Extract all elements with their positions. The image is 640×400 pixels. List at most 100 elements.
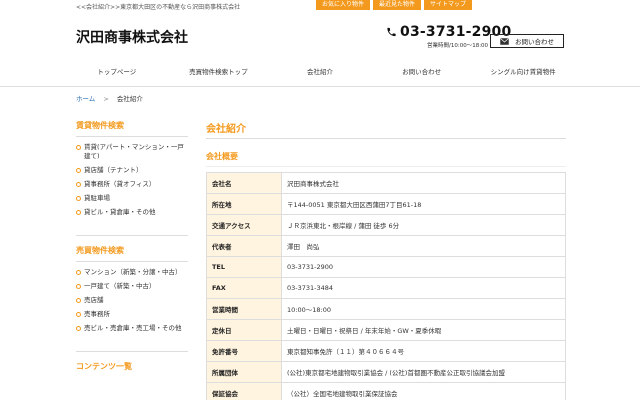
nav-sale-search[interactable]: 売買物件検索トップ [168, 62, 270, 82]
sidebar-item-label: 売ビル・売倉庫・売工場・その他 [84, 324, 182, 332]
table-row: 保証協会 （公社）全国宅地建物取引業保証協会 [206, 382, 566, 400]
sidebar-section-divider [76, 235, 188, 236]
sidebar-item-rental-parking[interactable]: 貸駐車場 [76, 194, 188, 203]
sidebar-item-rental-office[interactable]: 貸事務所（貸オフィス） [76, 180, 188, 189]
sidebar-item-label: 売店舗 [84, 296, 104, 304]
table-row: 所在地 〒144-0051 東京都大田区西蒲田7丁目61-18 [206, 193, 566, 215]
table-row: FAX 03-3731-3484 [206, 277, 566, 299]
row-label: 代表者 [206, 235, 282, 257]
rental-search-title: 賃貸物件検索 [76, 121, 124, 130]
bullet-icon [76, 182, 81, 187]
row-label: FAX [206, 277, 282, 299]
phone-icon [387, 27, 396, 37]
top-bar: <<会社紹介>>東京都大田区の不動産なら沢田商事株式会社 お気に入り物件 最近見… [0, 0, 640, 12]
table-row: 営業時間 10:00〜18:00 [206, 298, 566, 320]
sidebar-item-sale-shop[interactable]: 売店舗 [76, 296, 188, 305]
row-label: 所在地 [206, 193, 282, 215]
sidebar-item-rental-shop[interactable]: 貸店舗（テナント） [76, 166, 188, 175]
row-label: 保証協会 [206, 382, 282, 400]
sitemap-link[interactable]: サイトマップ [424, 0, 473, 10]
sidebar-item-rental-other[interactable]: 貸ビル・貸倉庫・その他 [76, 208, 188, 217]
bullet-icon [76, 145, 81, 150]
sidebar-section-divider [76, 351, 188, 352]
bullet-icon [76, 196, 81, 201]
row-value: 沢田商事株式会社 [281, 172, 566, 194]
business-hours: 営業時間/10:00〜18:00 [427, 43, 489, 49]
breadcrumb-separator: > [103, 95, 109, 103]
sidebar: 賃貸物件検索 賃貸(アパート・マンション・一戸建て) 貸店舗（テナント） 貸事務… [76, 120, 188, 377]
nav-divider [0, 86, 640, 87]
bullet-icon [76, 210, 81, 215]
global-nav: トップページ 売買物件検索トップ 会社紹介 お問い合わせ シングル向け賃貸物件 [66, 62, 574, 82]
sidebar-item-rental-residential[interactable]: 賃貸(アパート・マンション・一戸建て) [76, 143, 188, 161]
sidebar-divider [76, 261, 188, 262]
breadcrumb-home[interactable]: ホーム [76, 95, 95, 103]
nav-company[interactable]: 会社紹介 [269, 62, 371, 82]
site-tagline: <<会社紹介>>東京都大田区の不動産なら沢田商事株式会社 [76, 4, 241, 11]
sidebar-item-label: 貸駐車場 [84, 194, 110, 202]
company-logo[interactable]: 沢田商事株式会社 [76, 27, 188, 47]
row-value: （公社）全国宅地建物取引業保証協会 [281, 382, 566, 400]
row-value: 土曜日・日曜日・祝祭日 / 年末年始・GW・夏季休暇 [281, 319, 566, 341]
nav-top[interactable]: トップページ [66, 62, 168, 82]
table-row: 代表者 澤田 尚弘 [206, 235, 566, 257]
favorites-link[interactable]: お気に入り物件 [316, 0, 371, 10]
nav-contact[interactable]: お問い合わせ [371, 62, 473, 82]
section-title: 会社概要 [206, 152, 238, 161]
table-row: 交通アクセス ＪＲ京浜東北・根岸線 / 蒲田 徒歩 6分 [206, 214, 566, 236]
bullet-icon [76, 284, 81, 289]
contact-button[interactable]: お問い合わせ [490, 34, 564, 48]
breadcrumb-current: 会社紹介 [116, 95, 143, 103]
section-divider [206, 166, 566, 167]
row-value: 東京都知事免許（１１）第４０６６４号 [281, 340, 566, 362]
sidebar-item-sale-other[interactable]: 売ビル・売倉庫・売工場・その他 [76, 324, 188, 333]
company-info-table: 会社名 沢田商事株式会社 所在地 〒144-0051 東京都大田区西蒲田7丁目61-1… [206, 172, 566, 400]
table-row: 所属団体 (公社)東京都宅地建物取引業協会 / (公社)首都圏不動産公正取引協議会… [206, 361, 566, 383]
recently-viewed-link[interactable]: 最近見た物件 [373, 0, 422, 10]
sale-search-title: 売買物件検索 [76, 246, 124, 255]
nav-single-rental[interactable]: シングル向け賃貸物件 [472, 62, 574, 82]
contents-list-title: コンテンツ一覧 [76, 362, 132, 371]
bullet-icon [76, 168, 81, 173]
row-label: 免許番号 [206, 340, 282, 362]
row-label: 所属団体 [206, 361, 282, 383]
sidebar-divider [76, 136, 188, 137]
main-content: 会社紹介 会社概要 [206, 120, 566, 167]
page-title-divider [206, 138, 566, 139]
mail-icon [500, 37, 509, 45]
row-label: 定休日 [206, 319, 282, 341]
bullet-icon [76, 326, 81, 331]
row-value: ＪＲ京浜東北・根岸線 / 蒲田 徒歩 6分 [281, 214, 566, 236]
sidebar-item-label: 一戸建て（新築・中古） [84, 282, 156, 290]
bullet-icon [76, 298, 81, 303]
contact-button-label: お問い合わせ [515, 38, 554, 46]
row-value: (公社)東京都宅地建物取引業協会 / (公社)首都圏不動産公正取引協議会加盟 [281, 361, 566, 383]
row-label: 会社名 [206, 172, 282, 194]
row-value: 10:00〜18:00 [281, 298, 566, 320]
breadcrumb: ホーム > 会社紹介 [76, 93, 143, 103]
page-title: 会社紹介 [206, 124, 246, 135]
row-label: 営業時間 [206, 298, 282, 320]
row-value: 03-3731-3484 [281, 277, 566, 299]
row-label: 交通アクセス [206, 214, 282, 236]
sidebar-item-sale-office[interactable]: 売事務所 [76, 310, 188, 319]
sidebar-item-sale-mansion[interactable]: マンション（新築・分譲・中古） [76, 268, 188, 277]
table-row: 定休日 土曜日・日曜日・祝祭日 / 年末年始・GW・夏季休暇 [206, 319, 566, 341]
row-label: TEL [206, 256, 282, 278]
sidebar-item-label: 貸店舗（テナント） [84, 166, 143, 174]
row-value: 〒144-0051 東京都大田区西蒲田7丁目61-18 [281, 193, 566, 215]
sidebar-item-label: 売事務所 [84, 310, 110, 318]
table-row: 免許番号 東京都知事免許（１１）第４０６６４号 [206, 340, 566, 362]
row-value: 澤田 尚弘 [281, 235, 566, 257]
bullet-icon [76, 312, 81, 317]
sidebar-item-label: 賃貸(アパート・マンション・一戸建て) [84, 143, 184, 160]
table-row: TEL 03-3731-2900 [206, 256, 566, 278]
sidebar-item-label: マンション（新築・分譲・中古） [84, 268, 182, 276]
table-row: 会社名 沢田商事株式会社 [206, 172, 566, 194]
row-value: 03-3731-2900 [281, 256, 566, 278]
sidebar-item-label: 貸ビル・貸倉庫・その他 [84, 208, 156, 216]
sidebar-item-label: 貸事務所（貸オフィス） [84, 180, 156, 188]
top-links: お気に入り物件 最近見た物件 サイトマップ [316, 0, 473, 10]
sidebar-item-sale-house[interactable]: 一戸建て（新築・中古） [76, 282, 188, 291]
bullet-icon [76, 270, 81, 275]
